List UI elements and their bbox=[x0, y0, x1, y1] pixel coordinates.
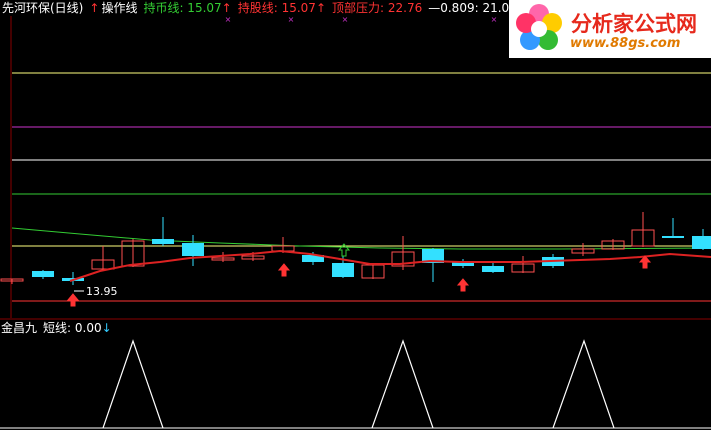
candle-body bbox=[482, 266, 504, 272]
indicator-header: 金昌九 短线: 0.00↓ bbox=[0, 320, 112, 336]
candle-body bbox=[32, 271, 54, 277]
indicator-name: 金昌九 bbox=[1, 321, 38, 335]
dash-icon: — bbox=[428, 1, 441, 15]
indicator-peak bbox=[552, 339, 615, 429]
indicator-peak bbox=[371, 339, 434, 429]
arrow-up-icon: ↑ bbox=[89, 1, 100, 15]
operation-line-label: 操作线 bbox=[101, 1, 138, 15]
top-pressure-label: 顶部压力: 22.76 bbox=[332, 1, 423, 15]
flower-logo-icon bbox=[516, 4, 562, 50]
buy-arrow-icon bbox=[456, 278, 470, 292]
header-marker: × bbox=[288, 15, 295, 24]
chart-header: 先河环保(日线) ↑ 操作线 持币线: 15.07↑ 持股线: 15.07↑ 顶部压力: … bbox=[0, 0, 541, 16]
low-price-label: 13.95 bbox=[86, 285, 118, 298]
header-marker: × bbox=[342, 15, 349, 24]
buy-arrow-icon bbox=[66, 293, 80, 307]
chart-stage: × × × × 13.95 先河环保(日线) ↑ 操作线 持币线: 15.07↑ 持股线: 15… bbox=[0, 0, 711, 430]
arrow-up-icon: ↑ bbox=[315, 1, 327, 15]
candle-body bbox=[662, 236, 684, 238]
arrow-up-icon: ↑ bbox=[221, 1, 232, 15]
trend-line bbox=[69, 249, 711, 282]
hold-stock-label: 持股线: 15.07 bbox=[237, 1, 316, 15]
price-chart[interactable]: × × × × 13.95 bbox=[0, 0, 711, 430]
header-marker: × bbox=[491, 15, 498, 24]
short-line-label: 短线: 0.00 bbox=[43, 321, 102, 335]
indicator-peak bbox=[102, 339, 164, 429]
hold-coin-label: 持币线: 15.07 bbox=[143, 1, 222, 15]
candle-body bbox=[692, 236, 711, 249]
logo-title: 分析家公式网 bbox=[571, 12, 697, 36]
candle-body bbox=[332, 263, 354, 277]
candle-body bbox=[152, 239, 174, 244]
fib-label: 0.809: 21.01 bbox=[440, 1, 517, 15]
header-marker: × bbox=[225, 15, 232, 24]
logo-banner[interactable]: 分析家公式网 www.88gs.com bbox=[509, 0, 711, 58]
buy-arrow-icon bbox=[277, 263, 291, 277]
candle-body bbox=[182, 243, 204, 256]
logo-url: www.88gs.com bbox=[570, 36, 681, 51]
stock-title: 先河环保(日线) bbox=[2, 1, 84, 15]
arrow-down-icon: ↓ bbox=[101, 321, 112, 335]
